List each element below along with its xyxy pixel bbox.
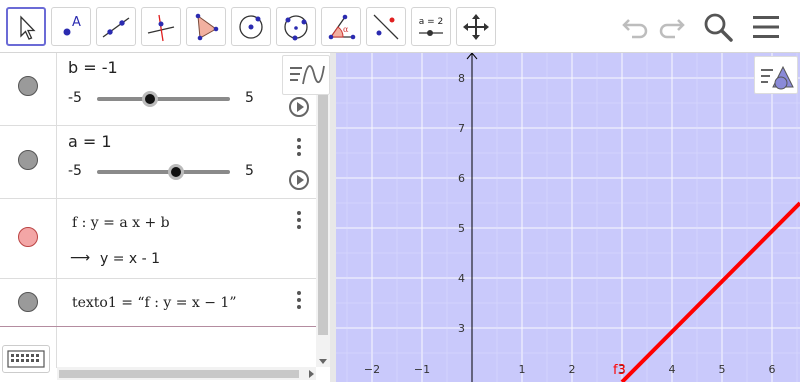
main-menu-button[interactable] [748,9,784,45]
algebra-row-slider-b[interactable]: b = -1 -5 5 [0,53,316,126]
polygon-icon [195,13,219,40]
slider-b-track[interactable] [97,97,230,101]
function-result: y = x - 1 [100,251,161,267]
virtual-keyboard-button[interactable] [2,345,50,373]
algebra-style-icon [290,65,325,85]
circle-center-icon [239,14,263,39]
undo-button[interactable] [618,9,654,45]
slider-a-label[interactable]: a = 1 [68,132,112,151]
graphics-style-bar-button[interactable] [754,56,798,94]
scroll-thumb[interactable] [318,95,328,335]
slider-b-min: -5 [68,90,82,106]
visibility-toggle-a[interactable] [18,150,38,170]
algebra-style-bar-button[interactable] [282,55,330,95]
marble-column [0,279,57,326]
function-f-line[interactable] [620,201,800,382]
point-tool-button[interactable]: A [51,7,91,46]
svg-text:A: A [72,15,81,30]
cursor-arrow-icon [20,14,36,40]
y-tick-label: 3 [458,322,465,335]
algebra-row-slider-a[interactable]: a = 1 -5 5 [0,126,316,199]
visibility-toggle-f[interactable] [18,227,38,247]
slider-tool-button[interactable]: a = 2 [411,7,451,46]
svg-text:a = 2: a = 2 [419,17,444,27]
graphics-view[interactable]: −2 −1 1 2 3 4 5 6 3 4 5 6 7 8 f3 [336,53,800,382]
slider-b-max: 5 [245,90,254,106]
line-icon [102,16,130,38]
toolbar: A α a = 2 [0,0,800,53]
slider-a-max: 5 [245,163,254,179]
x-tick-label: 4 [669,363,676,376]
slider-b-label[interactable]: b = -1 [68,58,118,77]
circle-three-points-tool-button[interactable] [276,7,316,46]
circle-center-point-tool-button[interactable] [231,7,271,46]
more-options-icon[interactable] [297,211,301,232]
move-graphics-view-tool-button[interactable] [456,7,496,46]
slider-icon: a = 2 [419,17,444,36]
reflect-icon [373,14,399,39]
slider-a-thumb[interactable] [168,164,184,180]
search-button[interactable] [700,9,736,45]
more-options-icon[interactable] [297,291,301,312]
polygon-tool-button[interactable] [186,7,226,46]
y-tick-label: 8 [458,72,465,85]
x-tick-label: 5 [719,363,726,376]
angle-icon: α [328,14,356,39]
algebra-row-text[interactable]: texto1 = “f : y = x − 1” [0,279,316,327]
x-tick-label: 1 [519,363,526,376]
slider-b-thumb[interactable] [142,91,158,107]
marble-column [0,199,57,278]
undo-icon [622,19,648,39]
algebra-horizontal-scrollbar[interactable] [57,367,316,380]
menu-icon [753,16,779,38]
x-tick-label: 6 [769,363,776,376]
play-animation-b-icon[interactable] [289,97,309,117]
svg-text:α: α [343,25,349,34]
perpendicular-line-icon [147,14,175,41]
scroll-down-icon[interactable] [319,359,327,364]
graphics-canvas[interactable]: −2 −1 1 2 3 4 5 6 3 4 5 6 7 8 f3 [336,53,800,382]
scroll-thumb[interactable] [59,370,299,378]
visibility-toggle-texto1[interactable] [18,292,38,312]
x-tick-label: −2 [364,363,380,376]
line-tool-button[interactable] [96,7,136,46]
marble-column [0,53,57,125]
algebra-vertical-scrollbar[interactable] [316,95,330,367]
move-tool-button[interactable] [6,7,46,46]
visibility-toggle-b[interactable] [18,76,38,96]
point-icon: A [63,15,81,35]
more-options-icon[interactable] [297,138,301,159]
redo-button[interactable] [653,9,689,45]
algebra-view: b = -1 -5 5 a = 1 -5 5 f : y = a x + b ⟶… [0,53,330,382]
function-f-label[interactable]: f3 [613,363,626,378]
y-tick-label: 7 [458,122,465,135]
slider-a-min: -5 [68,163,82,179]
scroll-right-icon[interactable] [309,370,314,378]
function-definition[interactable]: f : y = a x + b [72,215,170,231]
result-arrow-icon: ⟶ [70,250,91,266]
search-icon [704,13,733,42]
reflect-tool-button[interactable] [366,7,406,46]
move-arrows-icon [463,13,489,40]
text-definition[interactable]: texto1 = “f : y = x − 1” [72,295,237,311]
algebra-row-function-f[interactable]: f : y = a x + b ⟶ y = x - 1 [0,199,316,279]
y-tick-label: 5 [458,222,465,235]
circle-three-points-icon [284,14,308,40]
angle-tool-button[interactable]: α [321,7,361,46]
y-tick-label: 6 [458,172,465,185]
redo-icon [659,19,685,39]
play-animation-a-icon[interactable] [289,170,309,190]
x-tick-label: 2 [569,363,576,376]
perpendicular-line-tool-button[interactable] [141,7,181,46]
slider-a-track[interactable] [97,170,230,174]
y-tick-label: 4 [458,272,465,285]
x-tick-label: −1 [414,363,430,376]
keyboard-icon [7,350,45,368]
graphics-style-icon [761,65,794,90]
marble-column [0,126,57,198]
